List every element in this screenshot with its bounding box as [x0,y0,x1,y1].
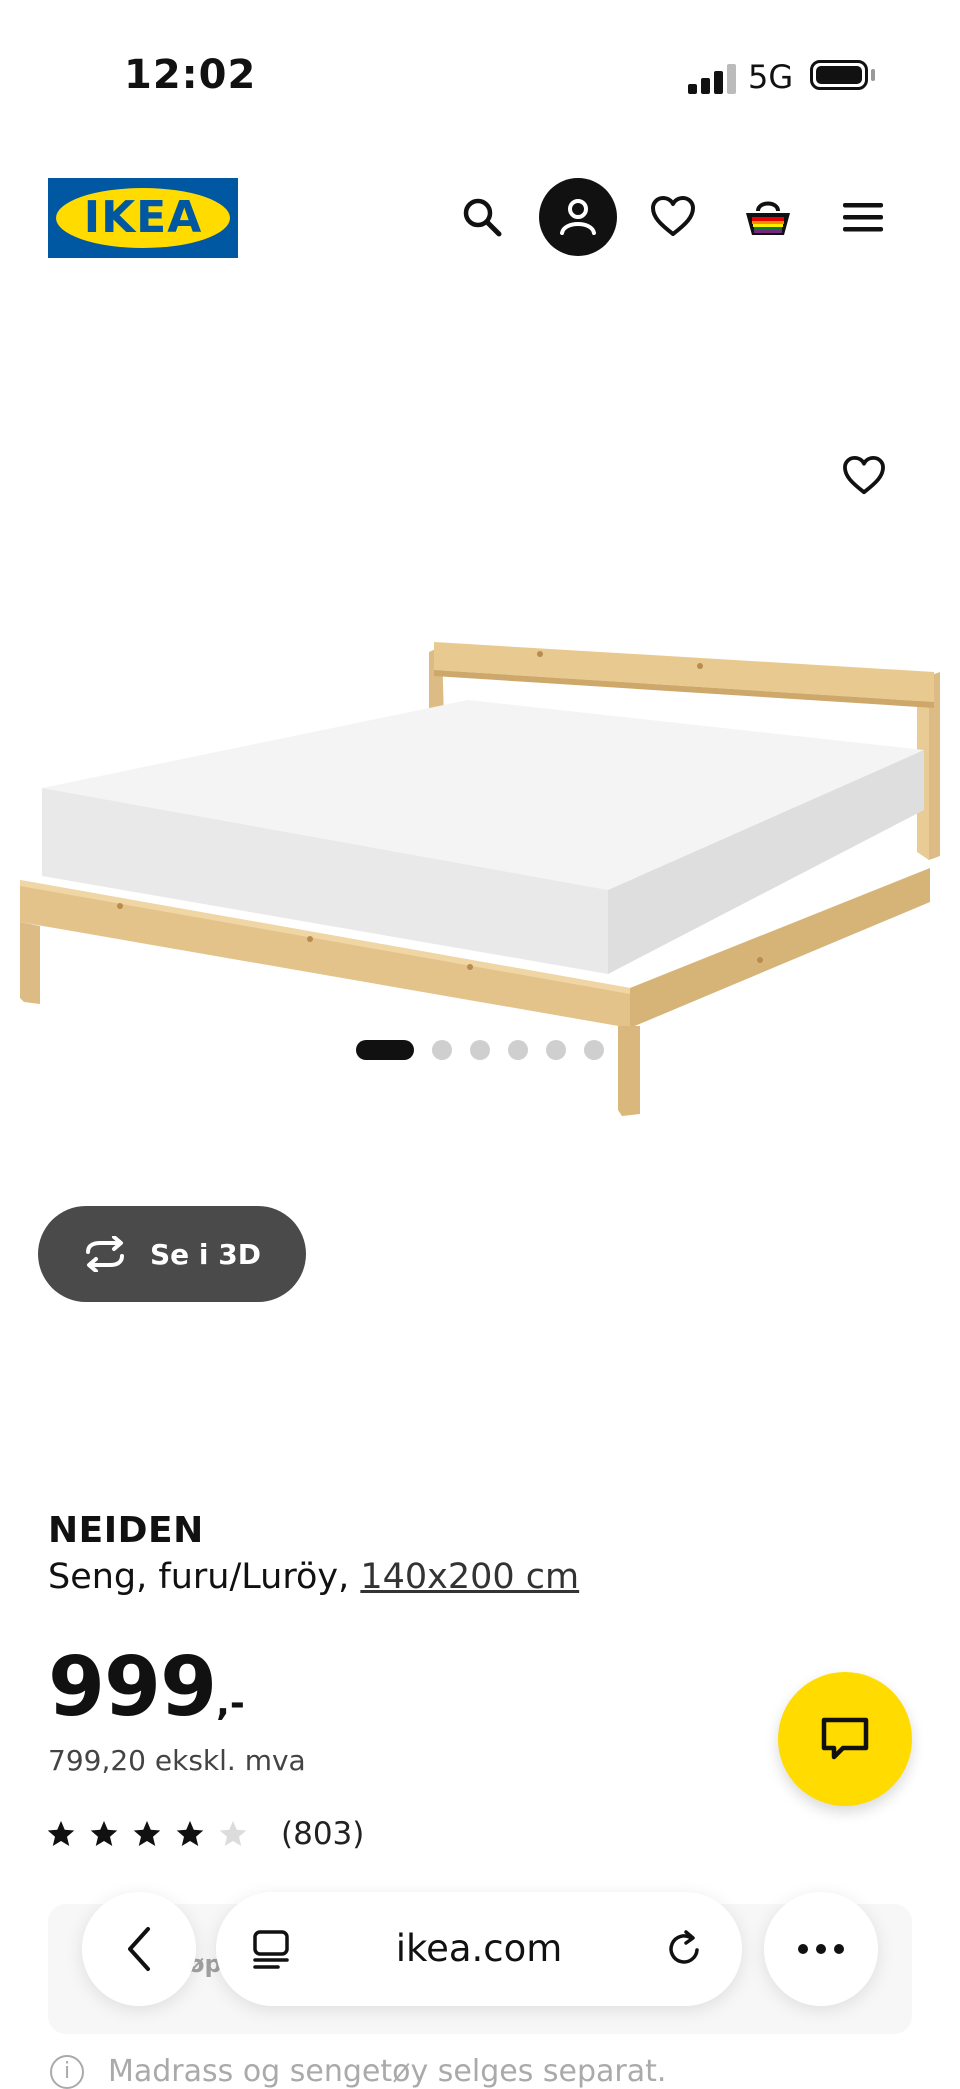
gallery-pagination [0,1040,960,1060]
address-bar[interactable]: ikea.com [216,1892,742,2006]
signal-icon [688,64,736,94]
view-3d-label: Se i 3D [150,1237,261,1271]
price-ex-vat: 799,20 ekskl. mva [48,1744,306,1777]
info-notice-text: Madrass og sengetøy selges separat. [108,2054,667,2089]
status-time: 12:02 [124,52,257,98]
menu-icon [843,203,883,232]
price-decimals: ,- [216,1683,245,1724]
profile-button[interactable] [539,178,617,256]
product-rating[interactable]: (803) [46,1816,364,1852]
wishlist-button[interactable] [634,178,712,256]
product-description-text: Seng, furu/Luröy, [48,1557,361,1597]
back-button[interactable] [82,1892,196,2006]
ikea-logo[interactable]: IKEA [48,178,238,258]
product-info: NEIDEN Seng, furu/Luröy, 140x200 cm [48,1510,908,1597]
info-icon: i [50,2054,84,2089]
heart-icon [651,196,695,236]
basket-icon [746,201,790,235]
basket-button[interactable] [729,178,807,256]
search-icon [463,198,502,237]
pagination-dot[interactable] [546,1040,566,1060]
chevron-left-icon [128,1927,150,1971]
chat-button[interactable] [778,1672,912,1806]
search-button[interactable] [443,178,521,256]
user-icon [560,199,596,235]
pagination-dot[interactable] [470,1040,490,1060]
menu-button[interactable] [824,178,902,256]
product-gallery[interactable]: Se i 3D [0,300,960,1380]
product-name: NEIDEN [48,1510,204,1551]
reload-icon[interactable] [664,1928,706,1970]
star-icon-filled [133,1820,161,1846]
product-price: 999,- [48,1640,245,1735]
battery-icon [810,60,868,90]
site-header: IKEA [0,150,960,300]
status-bar: 12:02 5G [0,0,960,150]
network-label: 5G [748,58,794,96]
battery-tip [871,69,875,81]
info-notice: i Madrass og sengetøy selges separat. [50,2054,666,2089]
price-main: 999 [48,1640,217,1735]
view-3d-button[interactable]: Se i 3D [38,1206,306,1302]
pagination-dot[interactable] [584,1040,604,1060]
star-icon-empty [219,1820,247,1846]
pagination-dot-active[interactable] [356,1040,414,1060]
rotate-3d-icon [80,1234,132,1274]
logo-text: IKEA [83,192,203,243]
star-icon-filled [47,1820,75,1846]
more-button[interactable] [764,1892,878,2006]
favorite-button[interactable] [836,448,892,504]
pagination-dot[interactable] [508,1040,528,1060]
star-icon-filled [176,1820,204,1846]
chat-icon [821,1717,869,1760]
pagination-dot[interactable] [432,1040,452,1060]
heart-icon [843,456,885,495]
star-icon-filled [90,1820,118,1846]
size-link[interactable]: 140x200 cm [360,1557,579,1597]
review-count: (803) [281,1816,365,1852]
more-icon [798,1944,844,1954]
product-description: Seng, furu/Luröy, 140x200 cm [48,1557,908,1597]
browser-toolbar: ikea.com [0,1880,960,2010]
